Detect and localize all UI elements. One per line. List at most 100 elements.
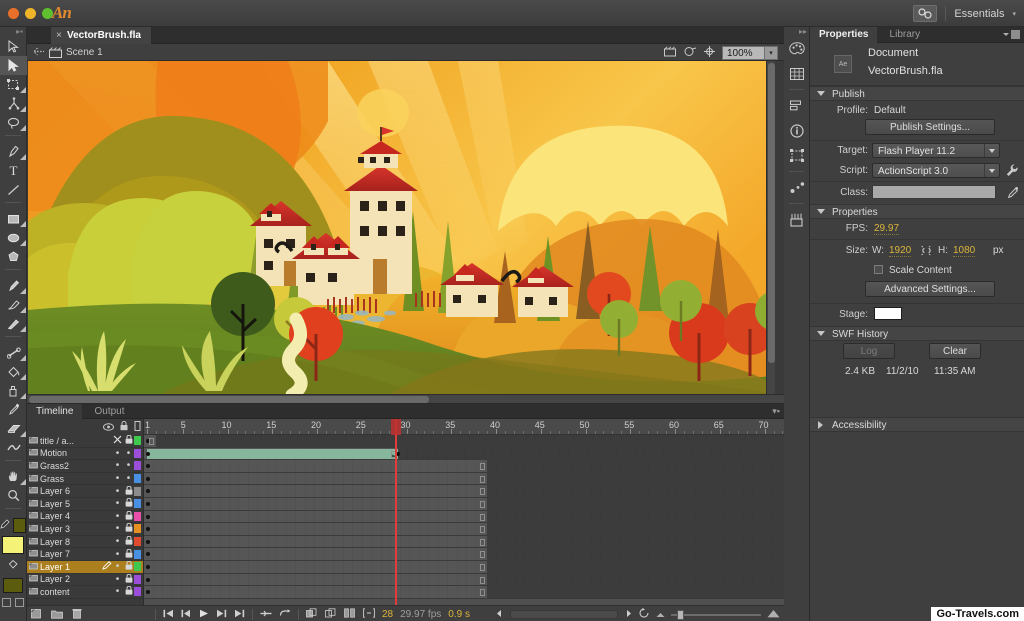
fill-color-swatch-2[interactable] (3, 578, 23, 593)
layer-outline-color[interactable] (134, 449, 141, 458)
frame-row[interactable] (144, 523, 784, 536)
stroke-color-swatch[interactable] (13, 518, 26, 533)
section-accessibility[interactable]: Accessibility (810, 417, 1024, 432)
modify-onion-markers-icon[interactable] (363, 608, 375, 621)
frames-grid[interactable]: ▸ (144, 435, 784, 605)
go-to-first-icon[interactable] (163, 609, 174, 621)
layer-row[interactable]: Motion•• (27, 448, 143, 461)
layer-row[interactable]: Layer 1• (27, 561, 143, 574)
oval-tool[interactable] (0, 228, 27, 247)
keyframe-marker[interactable] (146, 540, 150, 544)
color-panel-icon[interactable] (784, 36, 810, 61)
swatches-panel-icon[interactable] (784, 61, 810, 86)
new-layer-icon[interactable] (31, 609, 42, 621)
tool-options-carat-icon[interactable] (20, 106, 26, 112)
layer-visibility-toggle[interactable] (112, 435, 123, 446)
scene-label[interactable]: Scene 1 (66, 47, 103, 58)
onion-skin-outlines-icon[interactable] (325, 608, 337, 621)
layer-row[interactable]: Layer 5• (27, 498, 143, 511)
layer-name[interactable]: Layer 6 (40, 486, 112, 496)
layer-outline-color[interactable] (134, 499, 141, 508)
window-traffic-lights[interactable] (8, 8, 53, 19)
tool-options-carat-icon[interactable] (20, 125, 26, 131)
eraser-tool[interactable] (0, 419, 27, 438)
swap-colors-icon[interactable] (15, 598, 24, 607)
scrollbar-thumb[interactable] (768, 63, 775, 363)
layer-lock-toggle[interactable]: • (123, 448, 134, 459)
profile-value[interactable]: Default (874, 105, 906, 116)
frame-row[interactable] (144, 574, 784, 587)
playhead-head[interactable] (391, 419, 401, 435)
target-select[interactable]: Flash Player 11.2 (872, 143, 1000, 158)
width-tool[interactable] (0, 438, 27, 457)
keyframe-marker[interactable] (146, 452, 150, 456)
frame-empty-region[interactable] (487, 498, 784, 510)
layer-lock-toggle[interactable] (123, 511, 134, 522)
class-field[interactable] (872, 185, 996, 199)
play-icon[interactable] (199, 609, 209, 621)
chevron-down-icon[interactable] (984, 144, 999, 157)
tool-options-carat-icon[interactable] (20, 87, 26, 93)
brush-library-icon[interactable] (784, 207, 810, 232)
pencil-tool[interactable] (0, 276, 27, 295)
twirl-right-icon[interactable] (818, 421, 823, 429)
pencil-edit-icon[interactable] (1007, 186, 1019, 202)
layer-visibility-toggle[interactable]: • (112, 448, 123, 459)
layer-visibility-toggle[interactable]: • (112, 511, 123, 522)
frame-end-marker[interactable] (480, 463, 485, 470)
selection-tool[interactable] (0, 37, 27, 56)
frame-empty-region[interactable] (487, 473, 784, 485)
frame-empty-region[interactable] (487, 536, 784, 548)
tools-panel-grip[interactable]: ▸▪ (0, 27, 26, 37)
layer-outline-color[interactable] (134, 474, 141, 483)
layer-name[interactable]: Layer 5 (40, 499, 112, 509)
back-arrow-icon[interactable] (33, 47, 45, 59)
minimize-window-button[interactable] (25, 8, 36, 19)
eyedropper-tool[interactable] (0, 400, 27, 419)
frame-row[interactable] (144, 473, 784, 486)
scrollbar-thumb[interactable] (29, 396, 429, 403)
frame-row[interactable] (144, 460, 784, 473)
frame-end-marker[interactable] (480, 539, 485, 546)
layer-outline-color[interactable] (134, 575, 141, 584)
timeline-scroll-right-icon[interactable] (624, 609, 633, 621)
twirl-down-icon[interactable] (817, 209, 825, 214)
line-tool[interactable] (0, 180, 27, 199)
keyframe-marker[interactable] (146, 515, 150, 519)
paintbrush-tool[interactable] (0, 314, 27, 333)
frame-end-marker[interactable] (480, 577, 485, 584)
publish-settings-button[interactable]: Publish Settings... (865, 119, 995, 135)
layer-visibility-toggle[interactable]: • (112, 460, 123, 471)
zoom-out-small-icon[interactable] (656, 609, 665, 621)
workspace-switcher[interactable]: Essentials ▾ (913, 4, 1016, 23)
layer-tool-buttons[interactable] (31, 608, 82, 621)
chevron-down-icon[interactable] (984, 164, 999, 177)
frame-end-marker[interactable] (480, 476, 485, 483)
scale-content-checkbox[interactable] (874, 265, 883, 274)
frame-row[interactable] (144, 586, 784, 599)
align-panel-icon[interactable] (784, 93, 810, 118)
layer-name[interactable]: Layer 8 (40, 537, 112, 547)
layer-visibility-toggle[interactable]: • (112, 536, 123, 547)
stage-vertical-scrollbar[interactable] (766, 61, 775, 395)
layer-lock-toggle[interactable] (123, 498, 134, 509)
frame-row[interactable] (144, 511, 784, 524)
layer-lock-toggle[interactable] (123, 549, 134, 560)
motion-tween-span[interactable]: ▸ (147, 449, 398, 459)
frame-end-marker[interactable] (480, 589, 485, 596)
layer-outline-color[interactable] (134, 512, 141, 521)
tool-options-carat-icon[interactable] (20, 221, 26, 227)
section-publish[interactable]: Publish (810, 86, 1024, 101)
layer-name[interactable]: Grass2 (40, 461, 112, 471)
fill-swatch-secondary[interactable] (0, 575, 26, 595)
center-stage-icon[interactable] (704, 46, 715, 60)
layer-lock-toggle[interactable] (123, 586, 134, 597)
transform-panel-icon[interactable] (784, 143, 810, 168)
frame-end-marker[interactable] (149, 438, 154, 445)
workspace-switcher-icon[interactable] (913, 5, 937, 22)
frame-empty-region[interactable] (487, 574, 784, 586)
slider-knob[interactable] (677, 610, 684, 620)
frame-empty-region[interactable] (398, 448, 784, 460)
edit-scene-icon[interactable] (664, 46, 677, 60)
chevron-down-icon[interactable]: ▾ (764, 47, 777, 59)
